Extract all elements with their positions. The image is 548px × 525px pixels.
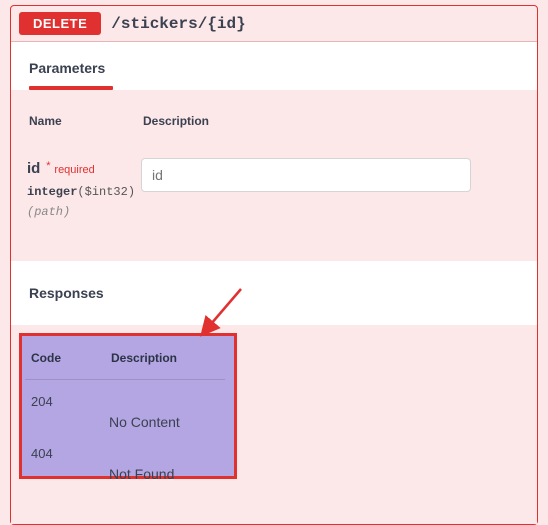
response-code: 404: [31, 446, 111, 482]
param-table-head: Name Description: [25, 114, 523, 128]
responses-section: Responses Code Description 204 No Conten…: [11, 261, 537, 524]
param-input-wrap: [141, 158, 523, 192]
param-in: (path): [27, 203, 137, 221]
id-input[interactable]: [141, 158, 471, 192]
parameters-section: Parameters: [11, 42, 537, 90]
responses-table: Code Description 204 No Content 404 Not …: [25, 347, 523, 484]
response-code: 204: [31, 394, 111, 430]
opblock-delete: DELETE /stickers/{id} Parameters Name De…: [10, 5, 538, 525]
parameters-title: Parameters: [11, 42, 537, 86]
opblock-header[interactable]: DELETE /stickers/{id}: [11, 6, 537, 42]
col-code: Code: [31, 351, 111, 365]
required-text: required: [54, 164, 94, 176]
col-name: Name: [29, 114, 139, 128]
responses-table-head: Code Description: [25, 347, 225, 380]
parameters-body: Name Description id * required integer($…: [11, 90, 537, 261]
param-type: integer($int32): [27, 183, 137, 201]
table-row: 204 No Content: [25, 380, 225, 432]
response-description: Not Found: [109, 446, 219, 482]
response-description: No Content: [109, 394, 219, 430]
responses-body: Code Description 204 No Content 404 Not …: [11, 325, 537, 524]
table-row: 404 Not Found: [25, 432, 225, 484]
responses-title: Responses: [11, 261, 537, 325]
param-row: id * required integer($int32) (path): [25, 158, 523, 221]
col-description: Description: [143, 114, 523, 128]
required-star: *: [46, 160, 50, 172]
col-description: Description: [111, 351, 219, 365]
param-name-col: id * required integer($int32) (path): [27, 158, 137, 221]
param-name: id: [27, 158, 40, 181]
method-badge: DELETE: [19, 12, 101, 35]
endpoint-path: /stickers/{id}: [111, 15, 245, 33]
